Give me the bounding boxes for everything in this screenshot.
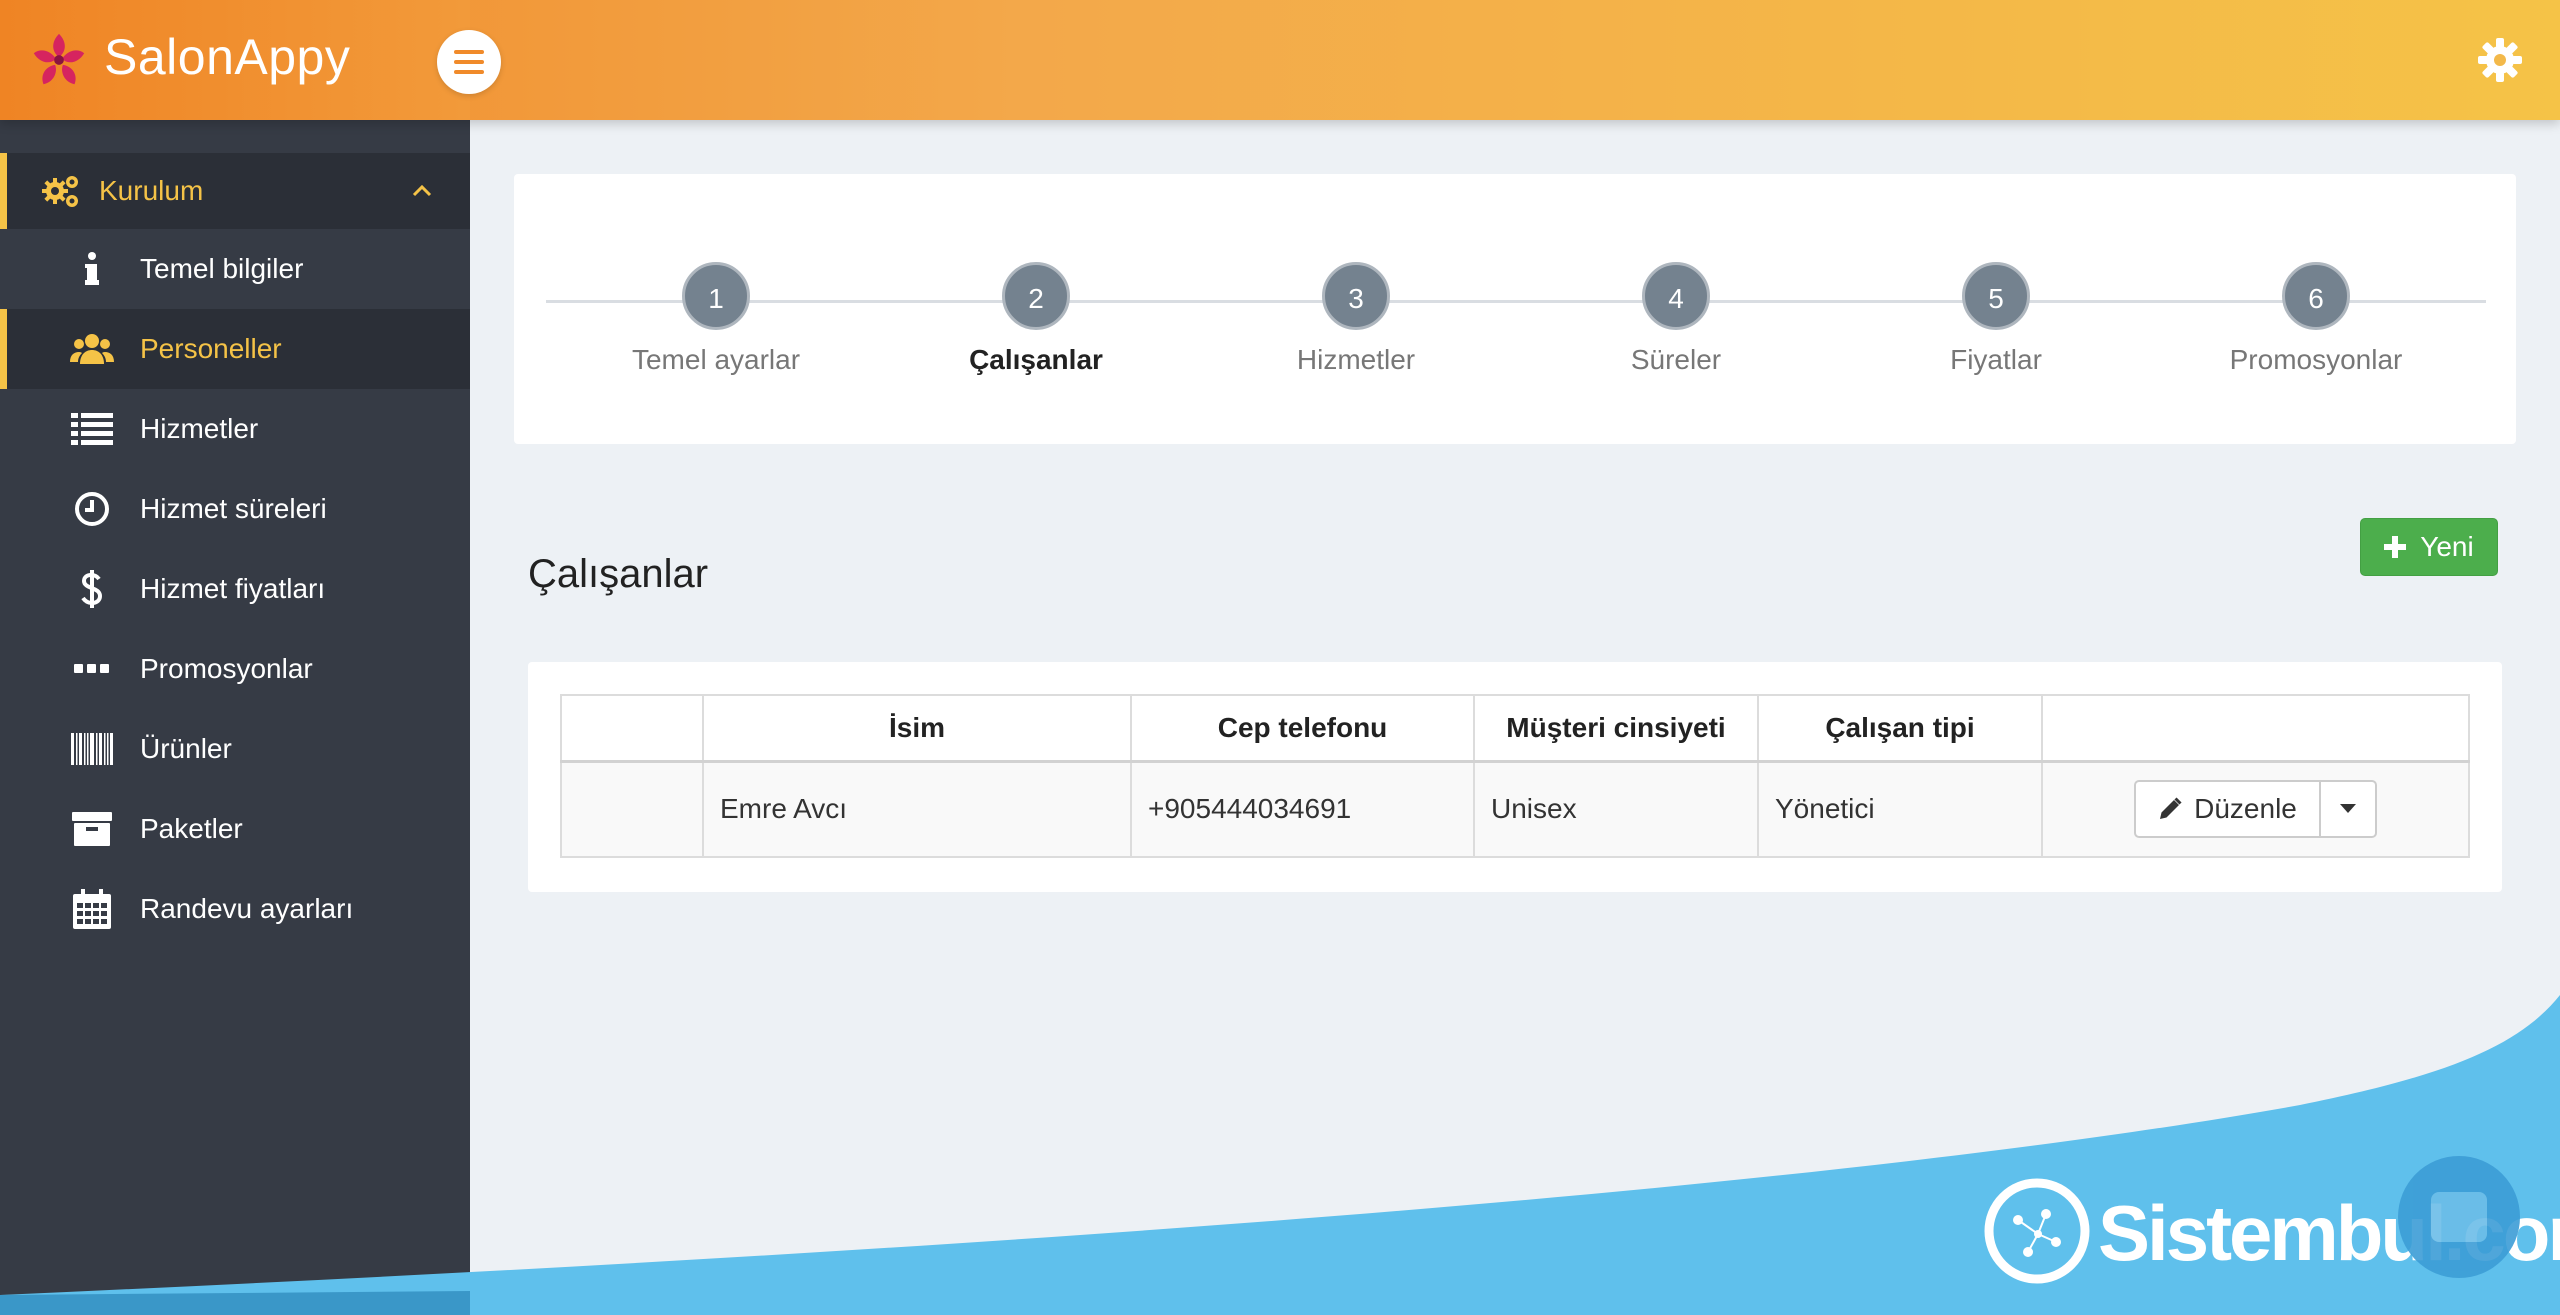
watermark-logo-icon <box>1984 1178 2090 1284</box>
sidebar-item-hizmet-fiyatlari[interactable]: Hizmet fiyatları <box>0 549 470 629</box>
edit-button[interactable]: Düzenle <box>2134 780 2321 839</box>
dots-icon <box>70 649 114 689</box>
wizard-step-1[interactable]: 1 Temel ayarlar <box>586 262 846 376</box>
table-header-row: İsim Cep telefonu Müşteri cinsiyeti Çalı… <box>560 694 2470 763</box>
calendar-icon <box>70 889 114 929</box>
sidebar-item-label: Ürünler <box>140 733 232 764</box>
wizard-step-3[interactable]: 3 Hizmetler <box>1226 262 1486 376</box>
users-icon <box>70 329 114 369</box>
brand-name: SalonAppy <box>104 29 351 85</box>
step-label: Temel ayarlar <box>631 344 801 375</box>
page-title: Çalışanlar <box>528 552 709 596</box>
sidebar-section-label: Kurulum <box>99 175 204 206</box>
cell-phone: +905444034691 <box>1130 760 1475 858</box>
gears-icon <box>42 176 78 207</box>
pencil-icon <box>2160 797 2182 820</box>
column-header-isim[interactable]: İsim <box>702 694 1132 763</box>
cell-gender: Unisex <box>1473 760 1759 858</box>
sidebar-item-randevu-ayarlari[interactable]: Randevu ayarları <box>0 869 470 949</box>
employees-table: İsim Cep telefonu Müşteri cinsiyeti Çalı… <box>560 694 2470 858</box>
clock-icon <box>70 489 114 529</box>
step-number[interactable]: 2 <box>1002 262 1070 330</box>
sidebar-item-temel-bilgiler[interactable]: Temel bilgiler <box>0 229 470 309</box>
archive-icon <box>70 809 114 849</box>
column-header-cep-telefonu[interactable]: Cep telefonu <box>1130 694 1475 763</box>
step-number[interactable]: 6 <box>2282 262 2350 330</box>
wizard-stepper: 1 Temel ayarlar 2 Çalışanlar 3 Hizmetler… <box>514 174 2516 444</box>
gear-icon[interactable] <box>2476 36 2524 84</box>
table-cell <box>560 760 704 858</box>
chat-widget-button[interactable] <box>2398 1156 2520 1278</box>
wizard-step-2[interactable]: 2 Çalışanlar <box>906 262 1166 376</box>
sidebar-item-personeller[interactable]: Personeller <box>0 309 470 389</box>
step-label: Süreler <box>1630 344 1722 375</box>
column-header-musteri-cinsiyeti[interactable]: Müşteri cinsiyeti <box>1473 694 1759 763</box>
sidebar-item-label: Hizmet süreleri <box>140 493 327 524</box>
sidebar-item-label: Personeller <box>140 333 282 364</box>
cell-type: Yönetici <box>1757 760 2043 858</box>
cell-name: Emre Avcı <box>702 760 1132 858</box>
sidebar-item-label: Promosyonlar <box>140 653 313 684</box>
wizard-step-6[interactable]: 6 Promosyonlar <box>2186 262 2446 376</box>
cell-actions: Düzenle <box>2041 760 2470 858</box>
column-header-calisan-tipi[interactable]: Çalışan tipi <box>1757 694 2043 763</box>
sidebar-item-hizmet-sureleri[interactable]: Hizmet süreleri <box>0 469 470 549</box>
sidebar-item-promosyonlar[interactable]: Promosyonlar <box>0 629 470 709</box>
sidebar-item-hizmetler[interactable]: Hizmetler <box>0 389 470 469</box>
step-label: Çalışanlar <box>969 344 1103 375</box>
dollar-icon <box>70 569 114 609</box>
chevron-up-icon <box>412 184 432 197</box>
table-row[interactable]: Emre Avcı +905444034691 Unisex Yönetici … <box>560 760 2470 858</box>
hamburger-icon <box>454 50 484 74</box>
wizard-step-5[interactable]: 5 Fiyatlar <box>1866 262 2126 376</box>
dropdown-toggle-button[interactable] <box>2320 780 2377 839</box>
caret-down-icon <box>2339 804 2356 814</box>
sidebar-item-label: Paketler <box>140 813 243 844</box>
barcode-icon <box>70 729 114 769</box>
list-icon <box>70 409 114 449</box>
wizard-step-4[interactable]: 4 Süreler <box>1546 262 1806 376</box>
sidebar-item-label: Hizmetler <box>140 413 259 444</box>
new-button-label: Yeni <box>2420 531 2474 562</box>
flower-logo-icon <box>33 33 85 85</box>
column-header <box>560 694 704 763</box>
brand[interactable]: SalonAppy <box>0 0 470 120</box>
sidebar-item-urunler[interactable]: Ürünler <box>0 709 470 789</box>
step-number[interactable]: 5 <box>1962 262 2030 330</box>
step-number[interactable]: 3 <box>1322 262 1390 330</box>
info-icon <box>70 249 114 289</box>
plus-icon <box>2384 536 2407 558</box>
menu-toggle-button[interactable] <box>437 30 501 94</box>
step-label: Hizmetler <box>1296 344 1416 375</box>
top-header: SalonAppy <box>0 0 2560 120</box>
step-number[interactable]: 1 <box>682 262 750 330</box>
sidebar-section-kurulum[interactable]: Kurulum <box>0 153 470 229</box>
sidebar-item-paketler[interactable]: Paketler <box>0 789 470 869</box>
step-label: Fiyatlar <box>1950 344 2042 375</box>
sidebar-item-label: Temel bilgiler <box>140 253 304 284</box>
employees-table-card: İsim Cep telefonu Müşteri cinsiyeti Çalı… <box>528 662 2502 892</box>
chat-icon <box>2431 1192 2487 1242</box>
step-number[interactable]: 4 <box>1642 262 1710 330</box>
edit-button-label: Düzenle <box>2194 793 2297 825</box>
new-employee-button[interactable]: Yeni <box>2360 518 2498 576</box>
sidebar-item-label: Hizmet fiyatları <box>140 573 326 604</box>
sidebar-item-label: Randevu ayarları <box>140 893 354 924</box>
row-actions: Düzenle <box>2134 780 2377 839</box>
column-header-actions <box>2041 694 2470 763</box>
step-label: Promosyonlar <box>2229 344 2403 375</box>
